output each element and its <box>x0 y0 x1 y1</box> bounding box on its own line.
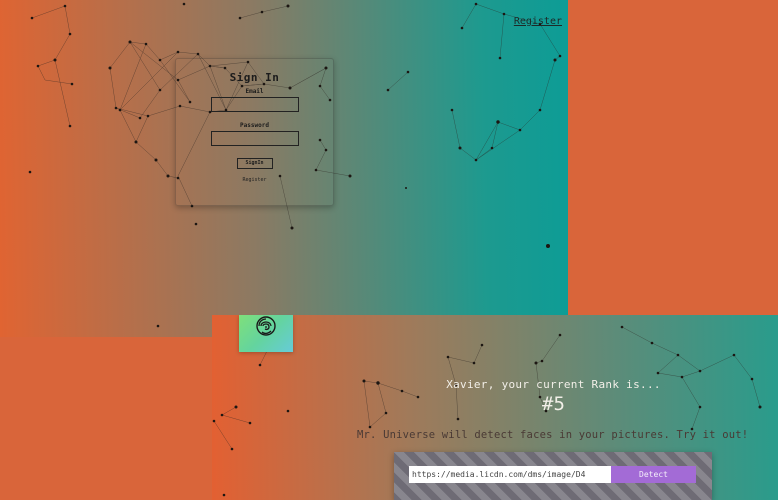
home-page: Xavier, your current Rank is... #5 Mr. U… <box>212 315 778 500</box>
image-url-input[interactable] <box>409 466 611 483</box>
signin-page: Register Sign In Email Password SignIn R… <box>0 0 568 337</box>
email-field[interactable] <box>210 97 299 112</box>
detect-button[interactable]: Detect <box>611 466 696 483</box>
signin-register-link[interactable]: Register <box>176 177 333 183</box>
password-field[interactable] <box>210 131 299 146</box>
signin-button[interactable]: SignIn <box>236 158 273 169</box>
signin-title: Sign In <box>229 71 280 84</box>
rank-number: #5 <box>542 393 565 415</box>
rank-text: Xavier, your current Rank is... <box>446 378 661 391</box>
signin-card: Sign In Email Password SignIn Register <box>175 58 334 206</box>
brain-icon <box>256 316 276 336</box>
email-label: Email <box>245 88 264 95</box>
detect-description: Mr. Universe will detect faces in your p… <box>357 429 749 441</box>
password-label: Password <box>240 122 269 129</box>
image-link-form: Detect <box>394 452 712 500</box>
screen: Register Sign In Email Password SignIn R… <box>0 0 778 500</box>
logo-tile[interactable] <box>239 315 293 352</box>
nav-register-link[interactable]: Register <box>514 16 562 27</box>
